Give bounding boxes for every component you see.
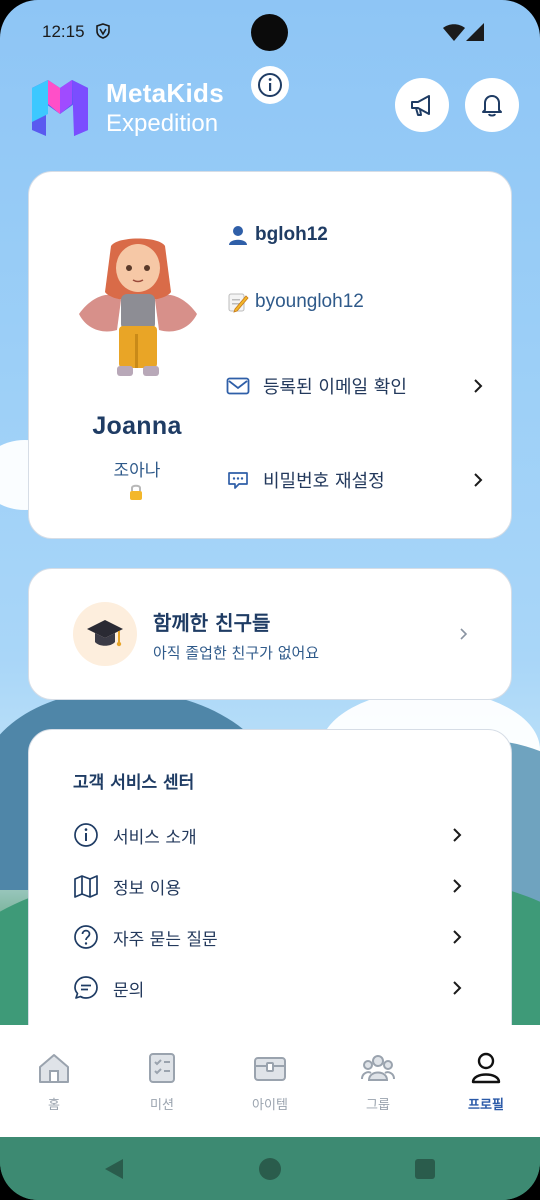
vpn-icon (96, 23, 110, 39)
app-screen: 12:15 MetaKids Expedition Joanna 조아나 bgl… (0, 0, 540, 1200)
tab-item[interactable]: 아이템 (216, 1025, 324, 1137)
chevron-right-icon (474, 379, 483, 393)
email-check-row[interactable]: 등록된 이메일 확인 (225, 373, 485, 399)
metakids-logo-icon (32, 80, 88, 136)
service-item-label: 서비스 소개 (113, 827, 197, 848)
email-check-label: 등록된 이메일 확인 (263, 377, 407, 398)
chevron-right-icon (460, 628, 468, 640)
nickname-row: byoungloh12 (225, 289, 485, 315)
chevron-right-icon (453, 828, 462, 842)
home-icon (39, 1054, 69, 1083)
signal-icon (466, 23, 484, 41)
chevron-right-icon (453, 930, 462, 944)
camera-cutout (251, 14, 288, 51)
profile-display-name: Joanna (92, 412, 182, 440)
megaphone-icon (411, 95, 430, 116)
person-icon (471, 1052, 501, 1084)
user-icon (229, 226, 247, 245)
group-icon (361, 1055, 395, 1081)
envelope-icon (226, 377, 250, 395)
home-button[interactable] (259, 1158, 281, 1180)
graduation-cap-icon (73, 602, 137, 666)
service-item-label: 문의 (113, 980, 145, 1001)
service-item-info-usage[interactable]: 정보 이용 (73, 871, 463, 901)
service-title: 고객 서비스 센터 (73, 773, 195, 793)
profile-card: Joanna 조아나 bgloh12 byoungloh12 등록된 이메일 확… (28, 171, 512, 539)
customer-service-card: 고객 서비스 센터 서비스 소개 정보 이용 자주 묻는 질문 문의 (28, 729, 512, 1059)
service-item-intro[interactable]: 서비스 소개 (73, 820, 463, 850)
service-item-inquiry[interactable]: 문의 (73, 973, 463, 1003)
back-icon[interactable] (103, 1157, 125, 1181)
password-chat-icon (228, 472, 248, 489)
character-avatar-icon (79, 238, 197, 376)
tab-home[interactable]: 홈 (0, 1025, 108, 1137)
mission-icon (149, 1053, 175, 1083)
nickname-text: byoungloh12 (255, 291, 364, 312)
service-item-faq[interactable]: 자주 묻는 질문 (73, 922, 463, 952)
tab-label: 아이템 (252, 1098, 288, 1113)
chest-icon (254, 1057, 286, 1081)
wifi-icon (443, 24, 465, 41)
password-reset-label: 비밀번호 재설정 (263, 471, 385, 492)
profile-korean-name: 조아나 (113, 461, 161, 481)
question-circle-icon (74, 925, 98, 949)
chevron-right-icon (474, 473, 483, 487)
info-button[interactable] (251, 66, 289, 104)
memo-pencil-icon (228, 293, 249, 313)
username-row: bgloh12 (225, 222, 485, 248)
chevron-right-icon (453, 879, 462, 893)
service-item-label: 정보 이용 (113, 878, 181, 899)
logo-line1: MetaKids (106, 78, 224, 108)
app-logo-text: MetaKids Expedition (106, 80, 224, 136)
friends-subtitle: 아직 졸업한 친구가 없어요 (153, 644, 320, 662)
service-item-label: 자주 묻는 질문 (113, 929, 218, 950)
tab-label: 프로필 (468, 1098, 504, 1113)
map-icon (74, 875, 98, 898)
bottom-navigation: 홈 미션 아이템 그룹 프로필 (0, 1025, 540, 1137)
tab-mission[interactable]: 미션 (108, 1025, 216, 1137)
logo-line2: Expedition (106, 110, 219, 137)
tab-profile[interactable]: 프로필 (432, 1025, 540, 1137)
lock-icon (130, 484, 142, 500)
status-bar: 12:15 (0, 0, 540, 64)
tab-label: 그룹 (366, 1098, 390, 1113)
chat-icon (74, 976, 98, 999)
friends-card[interactable]: 함께한 친구들 아직 졸업한 친구가 없어요 (28, 568, 512, 700)
chevron-right-icon (453, 981, 462, 995)
tab-group[interactable]: 그룹 (324, 1025, 432, 1137)
friends-title: 함께한 친구들 (153, 611, 271, 635)
notification-button[interactable] (465, 78, 519, 132)
password-reset-row[interactable]: 비밀번호 재설정 (225, 467, 485, 493)
username-text: bgloh12 (255, 224, 328, 245)
bell-icon (482, 95, 502, 117)
tab-label: 미션 (150, 1098, 174, 1113)
recents-button[interactable] (415, 1159, 435, 1179)
announcement-button[interactable] (395, 78, 449, 132)
info-icon (258, 73, 282, 97)
status-time: 12:15 (42, 22, 85, 41)
tab-label: 홈 (48, 1098, 60, 1113)
info-circle-icon (74, 823, 98, 847)
